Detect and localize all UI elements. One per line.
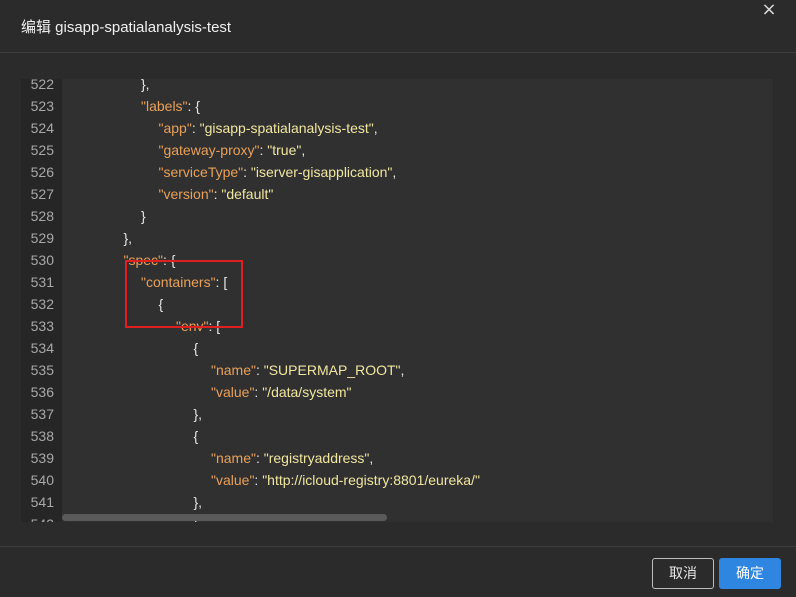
line-number: 535 [30, 362, 54, 378]
code-text: }, [194, 491, 203, 513]
code-line: 524 "app": "gisapp-spatialanalysis-test", [21, 117, 773, 139]
line-number: 537 [30, 406, 54, 422]
json-punctuation: }, [141, 79, 150, 92]
line-number: 525 [30, 142, 54, 158]
json-punctuation: }, [193, 406, 203, 422]
json-punctuation: , [373, 120, 378, 136]
code-line: 534 { [21, 337, 773, 359]
line-number: 538 [30, 428, 54, 444]
confirm-button[interactable]: 确定 [719, 558, 781, 589]
line-number: 526 [30, 164, 54, 180]
line-number: 531 [30, 274, 54, 290]
json-key: "app" [158, 120, 192, 136]
code-text: { [194, 337, 199, 359]
line-number: 536 [30, 384, 54, 400]
json-punctuation: : { [187, 98, 200, 114]
json-punctuation: , [400, 362, 405, 378]
edit-dialog: 编辑 gisapp-spatialanalysis-test × 522}, 52… [0, 0, 796, 597]
line-number: 522 [30, 79, 54, 92]
line-number: 534 [30, 340, 54, 356]
code-line: 525 "gateway-proxy": "true", [21, 139, 773, 161]
code-text: "gateway-proxy": "true", [159, 139, 306, 161]
code-text: }, [141, 79, 150, 95]
json-string: "iserver-gisapplication" [250, 164, 393, 180]
code-line: 538 { [21, 425, 773, 447]
json-punctuation: , [369, 450, 374, 466]
code-line: 527 "version": "default" [21, 183, 773, 205]
code-text: }, [194, 403, 203, 425]
json-string: "true" [267, 142, 302, 158]
json-key: "labels" [141, 98, 188, 114]
code-line: 529}, [21, 227, 773, 249]
line-number: 533 [30, 318, 54, 334]
code-line: 536 "value": "/data/system" [21, 381, 773, 403]
code-text: { [194, 425, 199, 447]
json-punctuation: : [255, 362, 264, 378]
code-text: "name": "registryaddress", [211, 447, 373, 469]
line-number: 530 [30, 252, 54, 268]
cancel-button[interactable]: 取消 [652, 558, 714, 589]
json-punctuation: , [301, 142, 306, 158]
code-line: 526 "serviceType": "iserver-gisapplicatio… [21, 161, 773, 183]
line-number: 532 [30, 296, 54, 312]
code-line: 541}, [21, 491, 773, 513]
json-punctuation: }, [123, 230, 133, 246]
code-text: "serviceType": "iserver-gisapplication", [159, 161, 397, 183]
code-text: "version": "default" [159, 183, 274, 205]
line-number: 524 [30, 120, 54, 136]
line-number: 540 [30, 472, 54, 488]
json-key: "name" [211, 362, 256, 378]
json-string: "default" [221, 186, 274, 202]
json-punctuation: : [191, 120, 200, 136]
horizontal-scrollbar[interactable] [62, 514, 387, 521]
json-string: "http://icloud-registry:8801/eureka/" [262, 472, 480, 488]
code-text: "value": "/data/system" [211, 381, 352, 403]
json-key: "value" [211, 472, 255, 488]
json-punctuation: { [193, 428, 199, 444]
code-text: }, [124, 227, 133, 249]
json-key: "value" [211, 384, 255, 400]
json-punctuation: { [193, 340, 199, 356]
code-line: 528} [21, 205, 773, 227]
json-string: "/data/system" [262, 384, 352, 400]
line-number: 542 [21, 513, 54, 522]
line-number: 528 [30, 208, 54, 224]
json-key: "version" [158, 186, 214, 202]
line-number: 527 [30, 186, 54, 202]
json-punctuation: }, [193, 494, 203, 510]
json-key: "serviceType" [158, 164, 244, 180]
code-line: 522}, [21, 79, 773, 95]
close-icon[interactable]: × [758, 0, 780, 22]
json-punctuation: , [392, 164, 397, 180]
code-line: 540 "value": "http://icloud-registry:8801… [21, 469, 773, 491]
dialog-title: 编辑 gisapp-spatialanalysis-test [21, 19, 232, 36]
code-text: "app": "gisapp-spatialanalysis-test", [159, 117, 378, 139]
code-line: 539 "name": "registryaddress", [21, 447, 773, 469]
json-punctuation: } [141, 208, 146, 224]
json-string: "registryaddress" [263, 450, 370, 466]
line-number: 541 [30, 494, 54, 510]
line-number: 529 [30, 230, 54, 246]
dialog-footer: 取消 确定 [0, 546, 796, 597]
code-line: 523 "labels": { [21, 95, 773, 117]
dialog-header: 编辑 gisapp-spatialanalysis-test × [0, 0, 796, 53]
code-text: "labels": { [141, 95, 200, 117]
code-text: "name": "SUPERMAP_ROOT", [211, 359, 404, 381]
json-key: "gateway-proxy" [158, 142, 260, 158]
json-key: "name" [211, 450, 256, 466]
line-number: 523 [30, 98, 54, 114]
line-number: 539 [30, 450, 54, 466]
json-punctuation: : [243, 164, 251, 180]
code-line: 535 "name": "SUPERMAP_ROOT", [21, 359, 773, 381]
highlight-box [125, 260, 243, 328]
json-punctuation: : [255, 450, 264, 466]
code-text: } [141, 205, 146, 227]
code-line: 537}, [21, 403, 773, 425]
json-string: "gisapp-spatialanalysis-test" [199, 120, 374, 136]
code-text: "value": "http://icloud-registry:8801/eu… [211, 469, 480, 491]
json-string: "SUPERMAP_ROOT" [263, 362, 401, 378]
